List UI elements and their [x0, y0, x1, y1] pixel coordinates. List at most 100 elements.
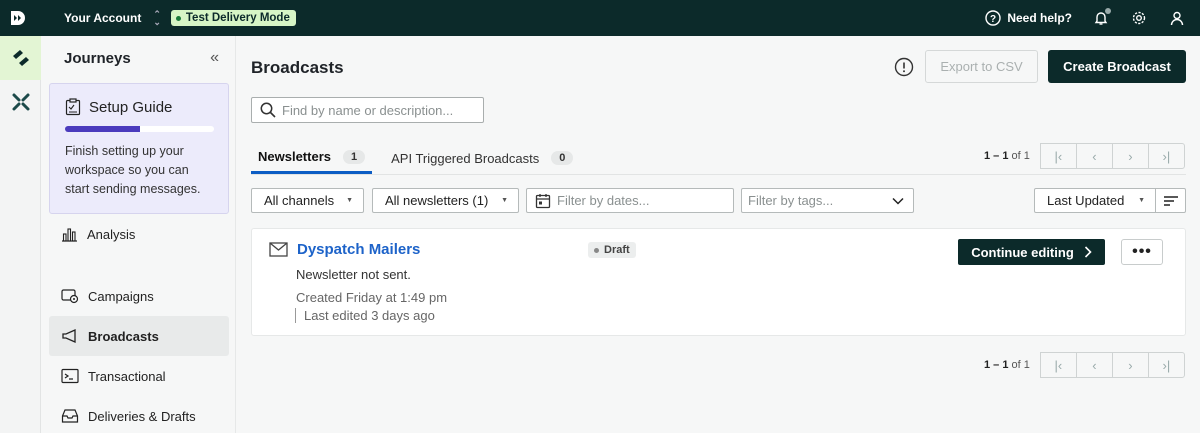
- continue-editing-label: Continue editing: [971, 244, 1074, 260]
- continue-editing-button[interactable]: Continue editing: [958, 239, 1105, 265]
- sidebar-item-label: Campaigns: [88, 288, 154, 304]
- setup-progress-bar: [65, 126, 214, 132]
- newsletter-filter-value: All newsletters (1): [385, 193, 489, 208]
- test-mode-label: Test Delivery Mode: [185, 12, 290, 24]
- next-page-icon[interactable]: ›: [1111, 352, 1149, 378]
- status-dot-icon: [175, 15, 181, 21]
- page-title: Broadcasts: [251, 58, 344, 77]
- sidebar-item-broadcasts[interactable]: Broadcasts: [49, 316, 229, 356]
- help-button[interactable]: ? Need help?: [984, 9, 1072, 27]
- sidebar-item-label: Deliveries & Drafts: [88, 408, 196, 424]
- chevron-right-icon: [1084, 246, 1092, 258]
- sidebar: Journeys « Setup Guide Finish setting up…: [41, 36, 236, 433]
- tab-label: API Triggered Broadcasts: [391, 150, 540, 166]
- chevron-updown-icon: ⌃ ⌄: [153, 9, 161, 27]
- megaphone-icon: [62, 328, 76, 344]
- status-label: Draft: [604, 244, 630, 256]
- sidebar-item-label: Transactional: [88, 368, 166, 384]
- svg-text:?: ?: [990, 14, 996, 25]
- app-rail: [0, 36, 41, 433]
- question-icon: ?: [984, 9, 1002, 27]
- pagination-top: 1 – 1 of 1 |‹ ‹ › ›|: [984, 143, 1185, 169]
- main-content: Broadcasts Export to CSV Create Broadcas…: [237, 36, 1200, 433]
- rail-data[interactable]: [0, 80, 41, 124]
- bar-chart-icon: [62, 228, 77, 242]
- inbox-icon: [61, 409, 79, 423]
- caret-down-icon: ▼: [346, 197, 353, 204]
- edited-timestamp: Last edited 3 days ago: [295, 308, 435, 323]
- sidebar-item-analysis[interactable]: Analysis: [49, 214, 229, 254]
- last-page-icon[interactable]: ›|: [1147, 143, 1185, 169]
- sort-select[interactable]: Last Updated ▼: [1034, 188, 1156, 213]
- sort-order-button[interactable]: [1155, 188, 1186, 213]
- tag-filter-select[interactable]: Filter by tags...: [741, 188, 914, 213]
- sidebar-title: Journeys: [64, 49, 131, 67]
- sidebar-item-transactional[interactable]: Transactional: [49, 356, 229, 396]
- broadcast-card: Dyspatch Mailers Draft Newsletter not se…: [251, 228, 1186, 336]
- broadcast-tabs: Newsletters 1 API Triggered Broadcasts 0: [251, 142, 592, 174]
- first-page-icon[interactable]: |‹: [1039, 143, 1077, 169]
- app-logo-icon[interactable]: [0, 0, 36, 36]
- more-horizontal-icon: •••: [1132, 243, 1152, 260]
- last-page-icon[interactable]: ›|: [1147, 352, 1185, 378]
- envelope-icon: [269, 242, 288, 260]
- search-icon: [260, 102, 276, 118]
- test-mode-badge: Test Delivery Mode: [170, 10, 296, 26]
- data-icon: [12, 93, 29, 111]
- tab-api-triggered[interactable]: API Triggered Broadcasts 0: [384, 142, 580, 174]
- sidebar-item-campaigns[interactable]: Campaigns: [49, 276, 229, 316]
- user-icon[interactable]: [1168, 9, 1186, 27]
- tab-count-badge: 1: [342, 149, 366, 164]
- bell-icon[interactable]: [1092, 8, 1111, 27]
- collapse-sidebar-icon[interactable]: «: [210, 49, 219, 67]
- more-options-button[interactable]: •••: [1121, 239, 1163, 265]
- search-box: [251, 97, 484, 123]
- journeys-icon: [12, 50, 29, 66]
- pagination-bottom: 1 – 1 of 1 |‹ ‹ › ›|: [984, 352, 1185, 378]
- campaign-icon: [61, 289, 79, 304]
- info-icon[interactable]: [894, 57, 914, 80]
- newsletter-filter-select[interactable]: All newsletters (1) ▼: [372, 188, 519, 213]
- account-label: Your Account: [64, 11, 142, 25]
- sidebar-item-label: Analysis: [87, 226, 136, 242]
- date-filter-input[interactable]: Filter by dates...: [526, 188, 734, 213]
- tab-count-badge: 0: [551, 151, 574, 165]
- chevron-down-icon: [892, 197, 904, 205]
- setup-guide-title: Setup Guide: [89, 98, 173, 116]
- gear-icon[interactable]: [1130, 9, 1148, 27]
- create-broadcast-button[interactable]: Create Broadcast: [1048, 50, 1186, 83]
- status-dot-icon: [594, 247, 599, 253]
- date-filter-placeholder: Filter by dates...: [557, 193, 650, 208]
- status-badge: Draft: [588, 242, 636, 258]
- caret-down-icon: ▼: [1138, 197, 1145, 204]
- top-bar: Your Account ⌃ ⌄ Test Delivery Mode ? Nee…: [0, 0, 1200, 36]
- next-page-icon[interactable]: ›: [1111, 143, 1149, 169]
- channel-filter-value: All channels: [264, 193, 335, 208]
- first-page-icon[interactable]: |‹: [1039, 352, 1077, 378]
- caret-down-icon: ▼: [501, 197, 508, 204]
- calendar-icon: [535, 193, 551, 208]
- account-switcher[interactable]: Your Account ⌃ ⌄: [64, 9, 161, 27]
- notification-dot: [1105, 8, 1111, 14]
- terminal-icon: [61, 368, 79, 384]
- setup-progress-fill: [65, 126, 140, 132]
- broadcast-title-link[interactable]: Dyspatch Mailers: [297, 241, 420, 258]
- sent-status-text: Newsletter not sent.: [296, 267, 411, 282]
- pagination-info: 1 – 1 of 1: [984, 150, 1030, 162]
- prev-page-icon[interactable]: ‹: [1075, 352, 1113, 378]
- sort-value: Last Updated: [1047, 193, 1125, 208]
- export-csv-button[interactable]: Export to CSV: [925, 50, 1038, 83]
- tab-newsletters[interactable]: Newsletters 1: [251, 142, 373, 174]
- setup-guide-text: Finish setting up your workspace so you …: [65, 144, 201, 196]
- channel-filter-select[interactable]: All channels ▼: [251, 188, 364, 213]
- search-input[interactable]: [282, 102, 472, 118]
- prev-page-icon[interactable]: ‹: [1075, 143, 1113, 169]
- setup-guide-card[interactable]: Setup Guide Finish setting up your works…: [49, 83, 229, 214]
- pagination-info: 1 – 1 of 1: [984, 359, 1030, 371]
- sidebar-item-label: Broadcasts: [88, 328, 159, 344]
- sidebar-item-deliveries[interactable]: Deliveries & Drafts: [49, 396, 229, 433]
- help-label: Need help?: [1007, 11, 1072, 25]
- tab-label: Newsletters: [258, 149, 331, 164]
- tag-filter-placeholder: Filter by tags...: [748, 193, 834, 208]
- rail-journeys[interactable]: [0, 36, 41, 80]
